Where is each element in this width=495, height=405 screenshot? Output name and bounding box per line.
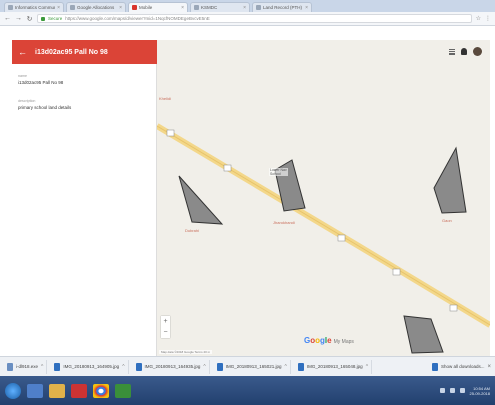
map-attribution: Map data ©2018 Google Terms 20 m: [159, 350, 213, 354]
land-parcel-3: [433, 146, 467, 214]
downloads-bar: i-dl918.exe ^ IMG_20180913_164905.jpg ^ IM…: [0, 356, 495, 376]
browser-tab-strip: Informatics Community× Google Allocation…: [0, 0, 495, 12]
show-all-downloads-link[interactable]: Show all downloads...: [441, 364, 485, 369]
chevron-up-icon[interactable]: ^: [203, 364, 205, 370]
close-downloads-icon[interactable]: ×: [487, 364, 491, 370]
detail-header: ← i13d02ac95 Pall No 98: [12, 40, 157, 64]
apps-grid-icon[interactable]: [449, 48, 455, 55]
system-clock[interactable]: 10:54 AM 25-09-2018: [470, 386, 490, 396]
windows-taskbar: 10:54 AM 25-09-2018: [0, 376, 495, 405]
road-shield: [392, 268, 401, 276]
field-label: description: [18, 99, 36, 103]
details-panel: name i13d02ac95 Pall No 98 description p…: [12, 64, 157, 356]
tab-favicon-icon: [132, 5, 137, 10]
back-arrow-icon[interactable]: ←: [18, 47, 27, 57]
field-name: name i13d02ac95 Pall No 98: [18, 74, 150, 85]
close-tab-icon[interactable]: ×: [243, 5, 246, 11]
download-item[interactable]: i-dl918.exe ^: [4, 359, 48, 374]
url-input[interactable]: Secure https://www.google.com/maps/d/vie…: [37, 14, 472, 23]
browser-tab-5[interactable]: Land Record (PTH) ×: [252, 2, 312, 12]
zoom-in-button[interactable]: +: [161, 316, 170, 327]
browser-tab-4[interactable]: KSMDC ×: [190, 2, 250, 12]
road-shield: [223, 164, 232, 172]
download-item[interactable]: IMG_20180913_165048.jpg ^: [295, 359, 373, 374]
chevron-up-icon[interactable]: ^: [122, 364, 124, 370]
taskbar-app-ie-icon[interactable]: [27, 383, 43, 398]
zoom-out-button[interactable]: −: [161, 327, 170, 338]
avatar[interactable]: [473, 47, 482, 56]
tray-flag-icon[interactable]: [459, 388, 465, 393]
highway-road-edge: [157, 125, 490, 326]
address-bar: ← → ↻ Secure https://www.google.com/maps…: [0, 12, 495, 26]
forward-arrow-icon[interactable]: →: [15, 15, 22, 22]
bookmark-star-icon[interactable]: ☆: [476, 15, 481, 22]
back-arrow-icon[interactable]: ←: [4, 15, 11, 22]
tray-network-icon[interactable]: [439, 388, 445, 393]
chevron-up-icon[interactable]: ^: [285, 364, 287, 370]
close-tab-icon[interactable]: ×: [57, 5, 60, 11]
image-file-icon: [297, 362, 304, 371]
image-file-icon: [54, 362, 61, 371]
url-text: https://www.google.com/maps/d/viewer?mid…: [65, 16, 210, 21]
browser-tab-1[interactable]: Informatics Community×: [4, 2, 64, 12]
road-shield: [449, 304, 458, 312]
chevron-up-icon[interactable]: ^: [41, 364, 43, 370]
page-content: ← i13d02ac95 Pall No 98 name i13d02ac95 …: [12, 40, 490, 356]
map-canvas[interactable]: Khelidi Lower Nav School Dubrahi Jharokh…: [157, 40, 490, 356]
tab-favicon-icon: [256, 5, 261, 10]
tab-favicon-icon: [70, 5, 75, 10]
lock-icon: [41, 16, 45, 21]
map-label-village: Khelidi: [159, 96, 172, 101]
browser-tab-3[interactable]: Mobile ×: [128, 2, 188, 12]
downloads-icon: [431, 362, 438, 371]
land-parcel-1: [178, 175, 224, 225]
field-value: primary school land details: [18, 105, 72, 110]
start-button[interactable]: [5, 382, 21, 399]
road-shield: [166, 129, 175, 137]
map-label-landmark[interactable]: Lower Nav School: [269, 168, 288, 176]
close-tab-icon[interactable]: ×: [119, 5, 122, 11]
brand-suffix: My Maps: [333, 339, 354, 345]
notifications-icon[interactable]: [461, 48, 467, 55]
file-icon: [7, 362, 13, 371]
close-tab-icon[interactable]: ×: [305, 5, 308, 11]
google-my-maps-logo: Google My Maps: [304, 336, 354, 345]
taskbar-app-media-icon[interactable]: [71, 383, 87, 398]
tab-favicon-icon: [194, 5, 199, 10]
reload-icon[interactable]: ↻: [26, 15, 33, 23]
menu-dots-icon[interactable]: ⋮: [485, 15, 491, 22]
image-file-icon: [135, 362, 142, 371]
close-tab-icon[interactable]: ×: [181, 5, 184, 11]
page-title: i13d02ac95 Pall No 98: [35, 48, 108, 56]
map-label-area: Jharokhandi: [273, 220, 295, 225]
secure-label: Secure: [48, 16, 63, 21]
map-top-right-controls: [449, 47, 482, 56]
taskbar-app-excel-icon[interactable]: [115, 383, 131, 398]
map-svg: [157, 123, 490, 354]
field-value: i13d02ac95 Pall No 98: [18, 80, 64, 85]
zoom-control: + −: [161, 316, 170, 338]
download-item[interactable]: IMG_20180913_164935.jpg ^: [133, 359, 210, 374]
field-label: name: [18, 74, 27, 78]
land-parcel-4: [403, 315, 444, 354]
taskbar-app-folder-icon[interactable]: [49, 383, 65, 398]
road-shield: [337, 234, 346, 242]
tab-favicon-icon: [8, 5, 13, 10]
image-file-icon: [216, 362, 223, 371]
map-label-area: Dubrahi: [185, 228, 200, 233]
map-label-area: Gaon: [442, 218, 452, 223]
browser-tab-2[interactable]: Google Allocations ×: [66, 2, 126, 12]
download-item[interactable]: IMG_20180913_164905.jpg ^: [51, 359, 129, 374]
download-item[interactable]: IMG_20180913_165021.jpg ^: [214, 359, 291, 374]
chevron-up-icon[interactable]: ^: [366, 364, 368, 370]
taskbar-app-chrome-icon[interactable]: [93, 383, 109, 398]
tray-volume-icon[interactable]: [449, 388, 455, 393]
field-description: description primary school land details: [18, 99, 150, 110]
